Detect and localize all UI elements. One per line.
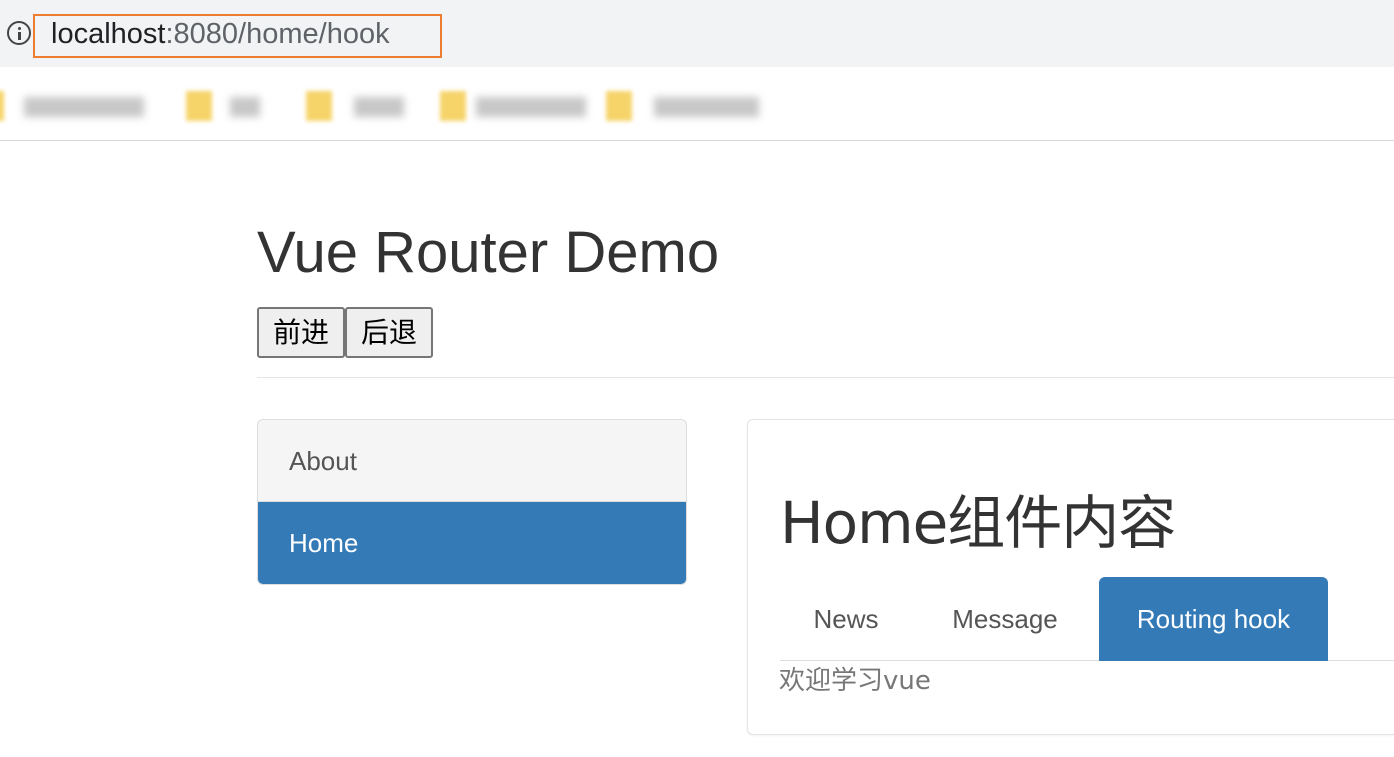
url-path: :8080/home/hook xyxy=(165,18,390,50)
page-title: Vue Router Demo xyxy=(257,220,720,285)
bookmarks-bar xyxy=(0,67,1394,141)
bookmark-label xyxy=(654,97,759,117)
folder-icon xyxy=(186,91,212,121)
home-title: Home组件内容 xyxy=(780,489,1176,557)
tab-news[interactable]: News xyxy=(780,577,912,661)
sidebar-item-home[interactable]: Home xyxy=(258,502,686,584)
address-bar: localhost:8080/home/hook xyxy=(0,0,1394,67)
welcome-text: 欢迎学习vue xyxy=(779,666,931,696)
bookmark-label xyxy=(354,97,404,117)
bookmark-item[interactable] xyxy=(306,91,416,121)
info-icon[interactable] xyxy=(7,21,31,45)
sidebar-nav: About Home xyxy=(257,419,687,585)
tab-routing-hook[interactable]: Routing hook xyxy=(1099,577,1328,661)
bookmark-label xyxy=(24,97,144,117)
back-button[interactable]: 后退 xyxy=(345,307,433,358)
folder-icon xyxy=(606,91,632,121)
bookmark-item[interactable] xyxy=(440,91,590,121)
header-divider xyxy=(257,377,1394,378)
url-host: localhost xyxy=(51,18,166,50)
bookmark-label xyxy=(230,97,260,117)
bookmark-item[interactable] xyxy=(606,91,766,121)
bookmark-label xyxy=(476,97,586,117)
folder-icon xyxy=(306,91,332,121)
sidebar-item-about[interactable]: About xyxy=(258,420,686,502)
tab-message[interactable]: Message xyxy=(919,577,1091,661)
bookmark-item[interactable] xyxy=(0,91,154,121)
bookmark-item[interactable] xyxy=(186,91,276,121)
forward-button[interactable]: 前进 xyxy=(257,307,345,358)
url-field[interactable]: localhost:8080/home/hook xyxy=(51,17,390,51)
folder-icon xyxy=(0,91,4,121)
folder-icon xyxy=(440,91,466,121)
